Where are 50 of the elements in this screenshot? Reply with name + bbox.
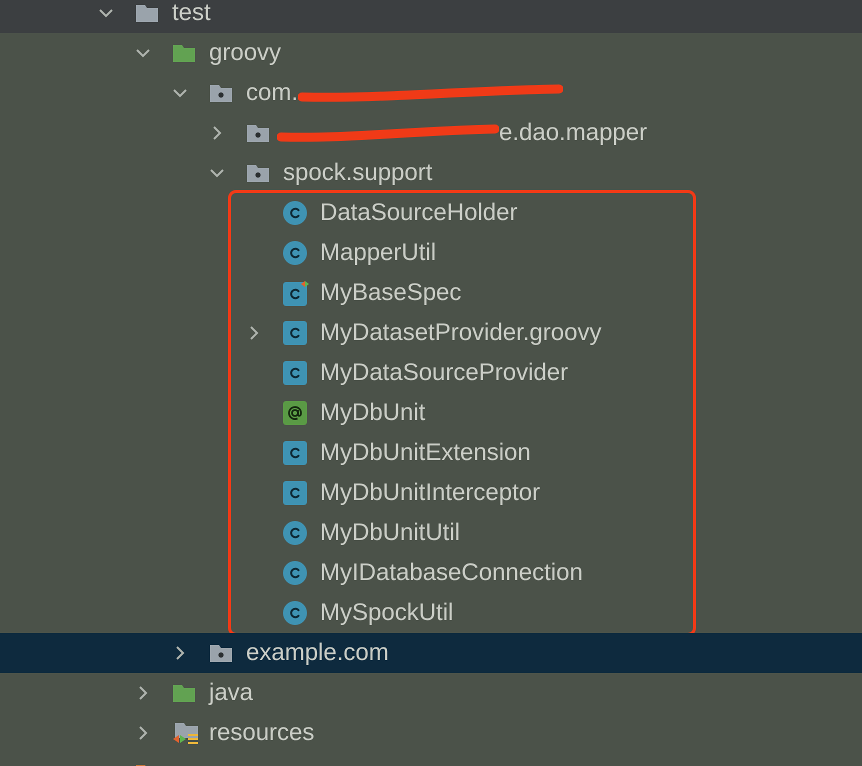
item-label: example.com [246,641,389,665]
tree-row[interactable]: com. [0,73,862,113]
tree-row[interactable]: resources [0,713,862,753]
item-label: test [172,1,211,25]
class-icon [283,481,307,505]
class-icon [283,561,307,585]
tree-row[interactable]: MyDataSourceProvider [231,353,693,393]
class-icon [283,601,307,625]
item-label: java [209,681,254,705]
class-icon [283,361,307,385]
item-label: MyDbUnitExtension [320,441,531,465]
tree-row[interactable]: groovy [0,33,862,73]
tree-row[interactable]: MyBaseSpec [231,273,693,313]
tree-row[interactable]: MyDbUnit [231,393,693,433]
item-label: e.dao.mapper [499,121,648,145]
tree-row[interactable]: MyIDatabaseConnection [231,553,693,593]
tree-row[interactable]: MyDatasetProvider.groovy [231,313,693,353]
tree-row[interactable]: MyDbUnitInterceptor [231,473,693,513]
class-icon [283,280,309,306]
class-icon [283,201,307,225]
class-icon [283,441,307,465]
item-label: groovy [209,41,282,65]
tree-row[interactable]: MapperUtil [231,233,693,273]
tree-row[interactable]: spock.support [0,153,862,193]
tree-row[interactable]: example.com [0,633,862,673]
tree-row[interactable]: e.dao.mapper [0,113,862,153]
item-label: MyDbUnitInterceptor [320,481,540,505]
item-label: DataSourceHolder [320,201,518,225]
item-label: spock.support [283,161,432,185]
item-label: MyDbUnit [320,401,426,425]
item-label: MyBaseSpec [320,281,462,305]
tree-row[interactable]: MyDbUnitExtension [231,433,693,473]
item-label: MyDataSourceProvider [320,361,568,385]
item-label: MapperUtil [320,241,436,265]
tree-row[interactable]: MyDbUnitUtil [231,513,693,553]
tree-row[interactable]: java [0,673,862,713]
item-label: MySpockUtil [320,601,454,625]
item-label: MyDatasetProvider.groovy [320,321,602,345]
class-icon [283,521,307,545]
tree-row[interactable]: MySpockUtil [231,593,693,633]
item-label: MyDbUnitUtil [320,521,460,545]
item-label: com. [246,81,298,105]
class-icon [283,241,307,265]
annotation-icon [283,401,307,425]
item-label: resources [209,721,314,745]
class-icon [283,321,307,345]
item-label: MyIDatabaseConnection [320,561,583,585]
tree-row[interactable]: test [0,0,862,33]
tree-row[interactable]: DataSourceHolder [231,193,693,233]
resources-folder-icon [172,720,200,746]
